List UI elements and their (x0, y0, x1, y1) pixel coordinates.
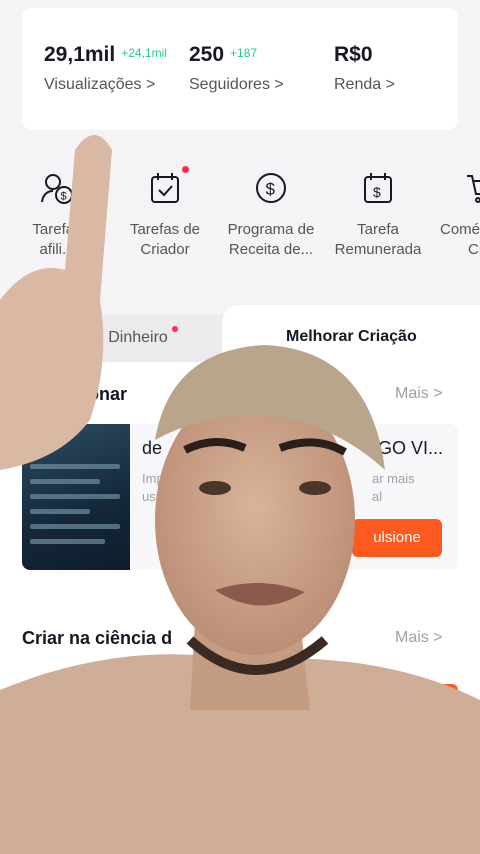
shortcut-label: Criador (140, 241, 190, 258)
video-thumbnail (22, 424, 130, 570)
content-panel: onar Mais > de GO VI... Imp usu ar mais … (0, 362, 480, 854)
views-delta: +24,1mil (121, 46, 167, 60)
shortcut-paid-task[interactable]: $ Tarefa Remunerada (323, 170, 433, 260)
card-subtitle: al (372, 489, 383, 504)
notification-dot (74, 166, 81, 173)
shortcut-commerce[interactable]: Comé Cria (430, 170, 480, 260)
task-card[interactable]: de GO VI... Imp usu ar mais al ulsione (22, 424, 458, 570)
followers-value: 250 (189, 43, 225, 66)
views-stat[interactable]: 29,1mil +24,1mil Visualizações > (44, 43, 167, 93)
tab-bar: ne Dinheiro Melhorar Criação (0, 305, 480, 365)
card-title-right: GO VI... (378, 438, 444, 458)
income-label: Renda > (334, 76, 395, 93)
shortcut-affiliate-tasks[interactable]: $ Tarefas afili... (2, 166, 112, 260)
shortcut-label: afili... (39, 241, 75, 258)
shortcut-label: Tarefas de (129, 221, 201, 238)
shortcut-label: Comé (440, 221, 480, 238)
tab-improve-creation[interactable]: Melhorar Criação (222, 305, 480, 365)
svg-text:$: $ (61, 191, 67, 203)
dollar-circle-icon: $ (253, 170, 289, 206)
more-link[interactable]: Mais > (395, 385, 443, 403)
shortcut-label: Remunerada (334, 241, 422, 258)
shortcut-row: $ Tarefas afili... Tarefas de Criador $ Pr… (0, 140, 480, 290)
tab-improve-creation-label: Melhorar Criação (286, 328, 417, 345)
income-stat[interactable]: R$0 Renda > (334, 43, 395, 93)
followers-delta: +187 (230, 46, 258, 60)
shortcut-revenue-program[interactable]: $ Programa de Receita de... (216, 170, 326, 260)
shortcut-label: Tarefas (32, 221, 82, 238)
card-subtitle: ar mais (372, 471, 415, 486)
shortcut-label: Cria (468, 241, 480, 258)
followers-stat[interactable]: 250 +187 Seguidores > (189, 43, 284, 93)
more-link[interactable]: Mais > (395, 629, 443, 647)
notification-dot (182, 166, 189, 173)
shortcut-label: Programa de (227, 221, 315, 238)
calendar-check-icon (147, 166, 189, 206)
section-title-boost: onar (88, 384, 128, 404)
stats-card: 29,1mil +24,1mil Visualizações > 250 +187 … (22, 8, 458, 130)
section-title-create: Criar na ciência d (22, 628, 173, 648)
notification-dot (172, 326, 178, 332)
card-subtitle: usu (142, 489, 163, 504)
income-value: R$0 (334, 43, 373, 66)
views-label: Visualizações > (44, 76, 156, 93)
views-value: 29,1mil (44, 43, 116, 66)
svg-text:$: $ (373, 184, 381, 200)
boost-button[interactable]: ulsione (352, 519, 442, 557)
svg-text:$: $ (266, 180, 276, 199)
tab-earn-money[interactable]: ne Dinheiro (0, 315, 250, 365)
card-subtitle: Imp (142, 471, 164, 486)
tab-earn-money-label: ne Dinheiro (86, 329, 168, 346)
shortcut-label: Receita de... (228, 241, 314, 258)
request-button[interactable]: Solicitar (375, 684, 458, 720)
followers-label: Seguidores > (189, 76, 284, 93)
shortcut-label: Tarefa (357, 221, 399, 238)
card-title: de (142, 438, 163, 458)
paid-calendar-icon: $ (360, 170, 396, 206)
cart-icon (464, 170, 480, 206)
avatar (22, 674, 78, 730)
shortcut-creator-tasks[interactable]: Tarefas de Criador (110, 166, 220, 260)
affiliate-task-icon: $ (39, 166, 81, 206)
